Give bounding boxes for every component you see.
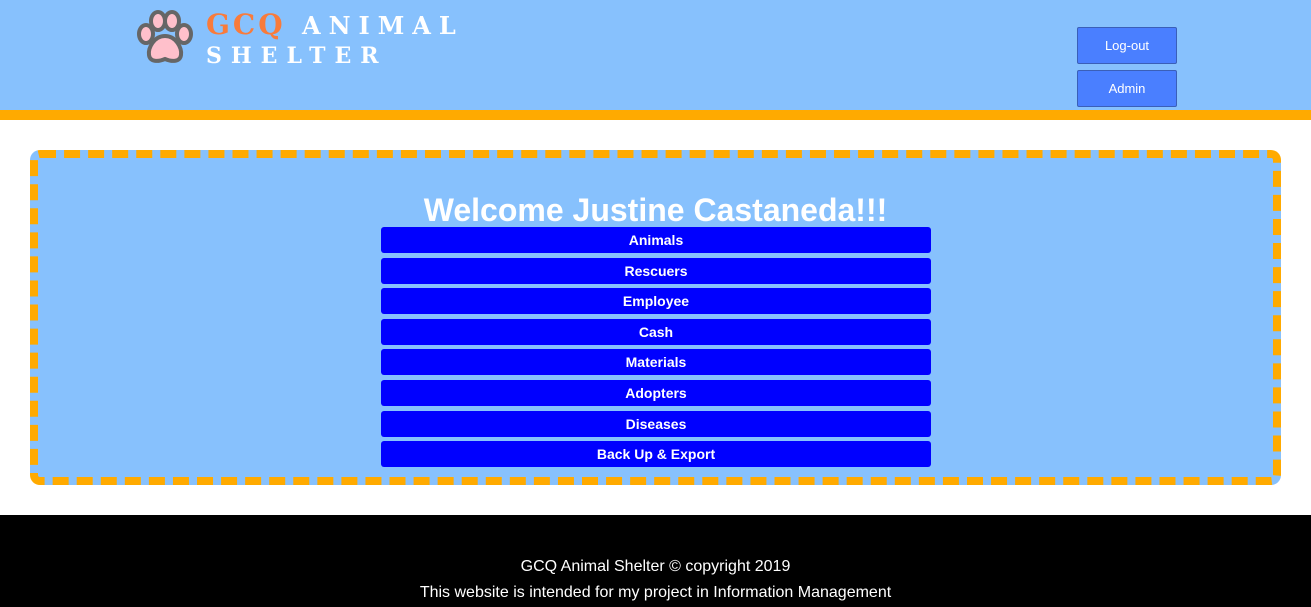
brand-animal: ANIMAL: [301, 11, 464, 40]
footer-copyright: GCQ Animal Shelter © copyright 2019: [520, 558, 791, 575]
brand-name: GCQ ANIMAL SHELTER: [206, 10, 464, 71]
menu-diseases-button[interactable]: Diseases: [381, 410, 931, 437]
menu-materials-button[interactable]: Materials: [381, 349, 931, 376]
brand-shelter: SHELTER: [206, 43, 388, 69]
menu-animals-button[interactable]: Animals: [381, 227, 931, 253]
admin-button[interactable]: Admin: [1077, 70, 1177, 107]
menu-adopters-button[interactable]: Adopters: [381, 379, 931, 406]
footer: GCQ Animal Shelter © copyright 2019 This…: [0, 515, 1311, 607]
menu-rescuers-button[interactable]: Rescuers: [381, 257, 931, 284]
menu-cash-button[interactable]: Cash: [381, 318, 931, 345]
footer-note: This website is intended for my project …: [419, 584, 892, 601]
paw-icon: [137, 10, 193, 63]
welcome-heading: Welcome Justine Castaneda!!!: [423, 192, 888, 228]
logout-button[interactable]: Log-out: [1077, 27, 1177, 64]
menu-backup-export-button[interactable]: Back Up & Export: [381, 441, 931, 468]
welcome-panel: Welcome Justine Castaneda!!! Animals Res…: [30, 150, 1281, 485]
menu-employee-button[interactable]: Employee: [381, 288, 931, 315]
brand-short: GCQ: [206, 8, 286, 41]
header: GCQ ANIMAL SHELTER Log-out Admin: [0, 0, 1311, 120]
logo[interactable]: GCQ ANIMAL SHELTER: [136, 10, 464, 71]
main-menu: Animals Rescuers Employee Cash Materials…: [381, 227, 931, 472]
